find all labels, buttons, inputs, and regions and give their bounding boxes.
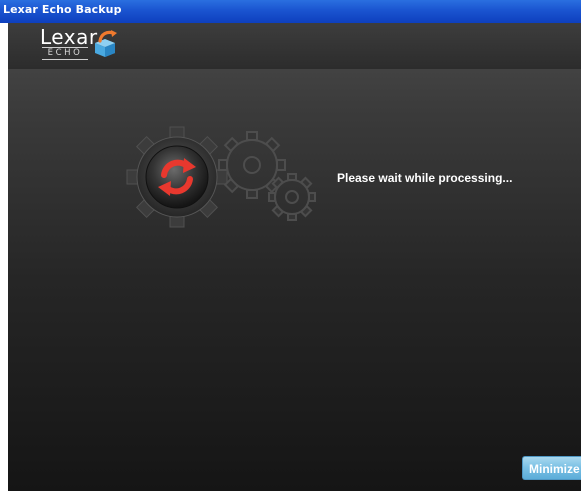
product-logo-text: ECHO — [42, 47, 88, 60]
gears-icon — [126, 126, 316, 228]
open-box-icon — [95, 30, 117, 57]
title-bar[interactable]: Lexar Echo Backup — [0, 0, 581, 23]
brand-logo-text: Lexar — [40, 25, 98, 49]
status-message: Please wait while processing... — [337, 171, 513, 185]
app-window: Lexar Echo Backup Lexar ECHO Please wait… — [0, 0, 581, 491]
window-title: Lexar Echo Backup — [3, 3, 122, 16]
minimize-button[interactable]: Minimize — [522, 456, 581, 480]
content-area — [8, 23, 581, 491]
